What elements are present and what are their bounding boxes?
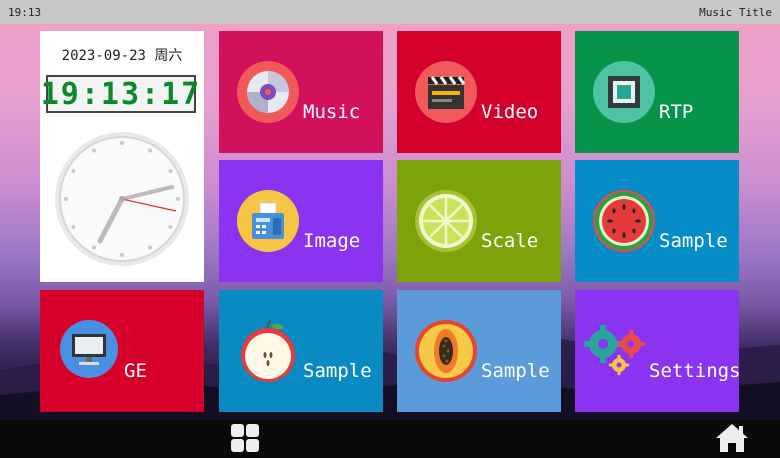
- digital-clock: 19:13:17: [40, 75, 202, 113]
- home-button[interactable]: [714, 422, 750, 458]
- sample-label-1: Sample: [659, 230, 728, 252]
- rtp-tile[interactable]: RTP: [575, 31, 739, 153]
- ge-label: GE: [124, 360, 147, 382]
- music-tile[interactable]: Music: [219, 31, 383, 153]
- video-tile[interactable]: Video: [397, 31, 561, 153]
- clock-widget[interactable]: 2023-09-23 周六 19:13:17: [40, 31, 204, 282]
- ge-tile[interactable]: GE: [40, 290, 204, 412]
- status-title: Music Title: [699, 5, 772, 19]
- sample-tile-1[interactable]: Sample: [575, 160, 739, 282]
- grid-icon: [231, 424, 259, 452]
- sample-label-2: Sample: [303, 360, 372, 382]
- sample-tile-2[interactable]: Sample: [219, 290, 383, 412]
- home-icon: [716, 424, 748, 452]
- rtp-label: RTP: [659, 101, 694, 123]
- clapperboard-icon: [415, 61, 477, 123]
- navigation-bar: [0, 420, 780, 457]
- image-tile[interactable]: Image: [219, 160, 383, 282]
- fax-machine-icon: [237, 190, 299, 252]
- analog-clock-icon: [55, 132, 189, 266]
- clock-date: 2023-09-23 周六: [61, 48, 183, 64]
- scale-tile[interactable]: Scale: [397, 160, 561, 282]
- disc-icon: [237, 61, 299, 123]
- lime-icon: [415, 190, 477, 252]
- monitor-icon: [60, 320, 118, 378]
- desktop: 2023-09-23 周六 19:13:17 Music Video RTP I…: [0, 24, 780, 420]
- status-bar: 19:13 Music Title: [0, 0, 780, 24]
- settings-label: Settings: [649, 360, 739, 382]
- rtp-icon: [593, 61, 655, 123]
- status-time: 19:13: [8, 5, 42, 19]
- watermelon-icon: [593, 190, 655, 252]
- image-label: Image: [303, 230, 361, 252]
- video-label: Video: [481, 101, 539, 123]
- sample-tile-3[interactable]: Sample: [397, 290, 561, 412]
- apps-button[interactable]: [229, 422, 261, 458]
- apple-icon: [237, 320, 299, 382]
- gears-icon: [583, 324, 649, 376]
- papaya-icon: [415, 320, 477, 382]
- music-label: Music: [303, 101, 361, 123]
- sample-label-3: Sample: [481, 360, 550, 382]
- scale-label: Scale: [481, 230, 539, 252]
- settings-tile[interactable]: Settings: [575, 290, 739, 412]
